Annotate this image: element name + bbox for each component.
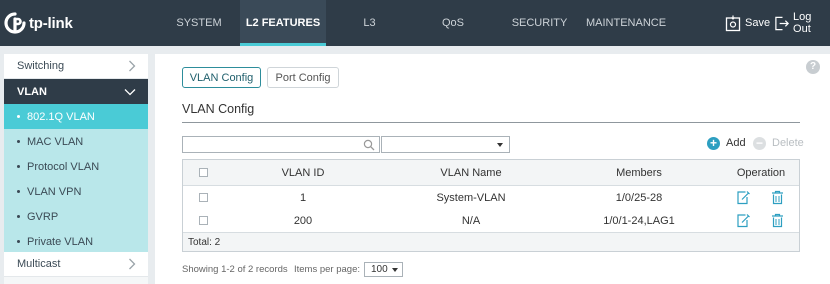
- sidebar-item-label: MAC VLAN: [27, 135, 84, 148]
- sidebar-item-gvrp[interactable]: GVRP: [4, 204, 148, 229]
- sidebar-item-label: GVRP: [27, 210, 59, 223]
- bullet-icon: [17, 240, 20, 243]
- search-input[interactable]: [182, 136, 380, 153]
- logout-icon: [775, 16, 790, 30]
- bullet-icon: [17, 140, 20, 143]
- records-summary: Showing 1-2 of 2 records: [182, 264, 288, 275]
- cell-vlan-id: 1: [299, 191, 307, 204]
- row-checkbox[interactable]: [198, 193, 208, 202]
- nav-l2-features[interactable]: L2 FEATURES: [240, 0, 326, 46]
- tp-link-logo-icon: [4, 12, 26, 34]
- header-operation: Operation: [736, 166, 786, 179]
- tp-link-logo: tp-link: [4, 8, 74, 38]
- bullet-icon: [17, 215, 20, 218]
- nav-l3-features[interactable]: L3 FEATURES: [333, 0, 406, 75]
- tab-port-config[interactable]: Port Config: [267, 67, 339, 88]
- bullet-icon: [17, 190, 20, 193]
- table-total: Total: 2: [183, 232, 799, 251]
- chevron-right-icon: [129, 60, 136, 72]
- delete-label: Delete: [772, 137, 804, 149]
- sidebar-item-mac-vlan[interactable]: MAC VLAN: [4, 129, 148, 154]
- logout-label: Log Out: [793, 11, 812, 35]
- delete-icon: −: [753, 136, 766, 150]
- trash-icon[interactable]: [771, 213, 784, 228]
- dropdown-arrow-icon: [497, 143, 503, 147]
- cell-vlan-name: N/A: [461, 214, 481, 227]
- table-row[interactable]: 200 N/A 1/0/1-24,LAG1: [183, 209, 799, 232]
- cell-vlan-name: System-VLAN: [436, 191, 506, 204]
- section-title: VLAN Config: [182, 102, 255, 116]
- add-icon: +: [707, 136, 720, 150]
- sidebar-item-label: VLAN VPN: [27, 185, 82, 198]
- nav-qos[interactable]: QoS: [432, 0, 474, 46]
- sidebar-item-private-vlan[interactable]: Private VLAN: [4, 229, 148, 254]
- sidebar-item-switching[interactable]: Switching: [4, 54, 148, 79]
- header-vlan-name: VLAN Name: [440, 166, 502, 179]
- edit-icon[interactable]: [736, 213, 750, 228]
- bullet-icon: [17, 115, 20, 118]
- header-vlan-id: VLAN ID: [281, 166, 325, 179]
- sidebar-item-8021q-vlan[interactable]: 802.1Q VLAN: [4, 104, 148, 129]
- nav-security[interactable]: SECURITY: [508, 0, 571, 46]
- select-all-checkbox[interactable]: [198, 168, 208, 177]
- cell-vlan-id: 200: [293, 214, 313, 227]
- items-per-page-value: 100: [371, 264, 388, 275]
- save-icon: [725, 15, 741, 31]
- header-members: Members: [616, 166, 662, 179]
- brand-name: tp-link: [29, 14, 73, 32]
- select-all-checkbox-cell: [195, 160, 211, 185]
- nav-maintenance[interactable]: MAINTENANCE: [586, 0, 666, 46]
- sidebar-item-label: Switching: [17, 60, 65, 72]
- delete-button[interactable]: − Delete: [753, 135, 804, 151]
- nav-system[interactable]: SYSTEM: [165, 0, 233, 46]
- add-label: Add: [726, 137, 746, 149]
- sidebar-item-vlan-vpn[interactable]: VLAN VPN: [4, 179, 148, 204]
- chevron-down-icon: [124, 89, 136, 96]
- table-header: VLAN ID VLAN Name Members Operation: [183, 160, 799, 186]
- row-checkbox-cell: [195, 209, 211, 232]
- logout-button[interactable]: Log Out: [774, 11, 830, 35]
- trash-icon[interactable]: [771, 190, 784, 205]
- table-row[interactable]: 1 System-VLAN 1/0/25-28: [183, 186, 799, 209]
- search-icon: [363, 139, 375, 151]
- edit-icon[interactable]: [736, 190, 750, 205]
- cell-members: 1/0/25-28: [615, 191, 663, 204]
- sidebar-item-label: VLAN: [17, 85, 47, 98]
- filter-select[interactable]: [381, 136, 510, 153]
- sidebar-item-vlan[interactable]: VLAN: [4, 79, 148, 104]
- section-divider: [182, 122, 800, 123]
- sidebar-item-protocol-vlan[interactable]: Protocol VLAN: [4, 154, 148, 179]
- sidebar-item-label: Private VLAN: [27, 235, 94, 248]
- tab-vlan-config[interactable]: VLAN Config: [182, 67, 261, 88]
- save-label: Save: [745, 17, 771, 29]
- vlan-table: VLAN ID VLAN Name Members Operation 1 Sy…: [182, 159, 800, 252]
- sidebar-item-label: Protocol VLAN: [27, 160, 100, 173]
- row-checkbox[interactable]: [198, 216, 208, 225]
- dropdown-arrow-icon: [392, 268, 398, 272]
- bullet-icon: [17, 165, 20, 168]
- sidebar: Switching VLAN 802.1Q VLAN MAC VLAN Prot…: [4, 54, 148, 284]
- help-icon[interactable]: ?: [806, 60, 820, 74]
- sidebar-item-label: Multicast: [17, 258, 61, 270]
- sidebar-item-label: 802.1Q VLAN: [27, 110, 95, 123]
- top-navigation-bar: tp-link SYSTEM L2 FEATURES L3 FEATURES Q…: [0, 0, 830, 75]
- items-per-page-label: Items per page:: [294, 264, 361, 275]
- row-checkbox-cell: [195, 186, 211, 209]
- sidebar-item-multicast[interactable]: Multicast: [4, 252, 148, 277]
- save-button[interactable]: Save: [725, 12, 770, 34]
- chevron-right-icon: [129, 258, 136, 270]
- add-button[interactable]: + Add: [707, 135, 746, 151]
- items-per-page-select[interactable]: 100: [364, 262, 403, 277]
- cell-members: 1/0/1-24,LAG1: [603, 214, 675, 227]
